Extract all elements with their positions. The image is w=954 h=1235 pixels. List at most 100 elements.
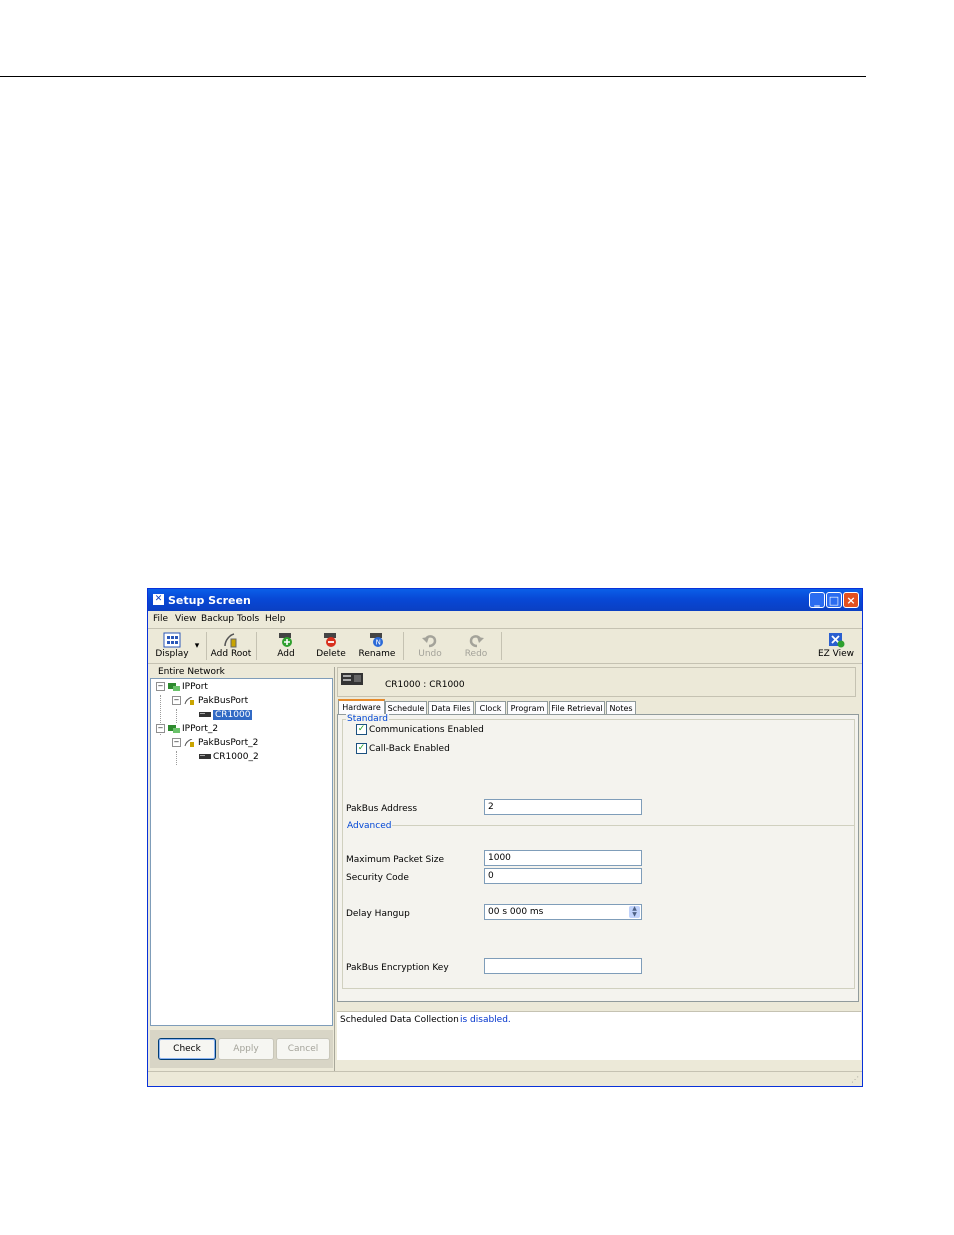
undo-icon	[422, 635, 437, 648]
ip-port-icon	[168, 724, 180, 733]
max-packet-size-label: Maximum Packet Size	[346, 855, 444, 865]
menu-bar: File View Backup Tools Help	[148, 611, 862, 629]
network-panel: Entire Network − IPPort − PakBusPort CR100…	[150, 667, 333, 1069]
delete-button[interactable]: Delete	[312, 630, 350, 662]
toolbar: Display ▾ Add Root Add Delete N Rename U…	[148, 629, 862, 664]
tree-line	[176, 709, 177, 723]
pakbus-address-input[interactable]: 2	[484, 799, 642, 815]
tab-data-files[interactable]: Data Files	[428, 701, 474, 715]
svg-text:N: N	[376, 639, 381, 647]
display-grid-icon	[163, 632, 181, 648]
collapse-icon[interactable]: −	[172, 696, 181, 705]
device-name: CR1000 : CR1000	[385, 680, 465, 690]
redo-button[interactable]: Redo	[458, 630, 494, 662]
device-header: CR1000 : CR1000	[337, 667, 856, 697]
delay-hangup-label: Delay Hangup	[346, 909, 410, 919]
add-device-icon	[279, 633, 292, 647]
security-code-input[interactable]: 0	[484, 868, 642, 884]
max-packet-size-input[interactable]: 1000	[484, 850, 642, 866]
rename-label: Rename	[358, 649, 396, 659]
encryption-key-input[interactable]	[484, 958, 642, 974]
tab-program[interactable]: Program	[507, 701, 548, 715]
network-tree[interactable]: − IPPort − PakBusPort CR1000 − IPPort_2 − Pa…	[150, 678, 333, 1026]
minimize-button[interactable]: _	[809, 592, 825, 608]
spinner-arrows-icon[interactable]: ▲ ▼	[629, 906, 640, 918]
menu-view[interactable]: View	[175, 614, 196, 624]
datalogger-icon	[199, 753, 211, 759]
menu-file[interactable]: File	[153, 614, 168, 624]
delete-label: Delete	[316, 649, 346, 659]
display-button[interactable]: Display	[154, 630, 190, 662]
security-code-label: Security Code	[346, 873, 409, 883]
datalogger-icon	[199, 711, 211, 717]
settings-tabs: Hardware Schedule Data Files Clock Progr…	[337, 699, 861, 716]
left-button-bar: Check Apply Cancel	[150, 1030, 333, 1068]
tree-node-pakbusport[interactable]: − PakBusPort	[172, 695, 248, 707]
add-button[interactable]: Add	[268, 630, 304, 662]
encryption-key-label: PakBus Encryption Key	[346, 963, 449, 973]
tab-schedule[interactable]: Schedule	[385, 701, 427, 715]
collapse-icon[interactable]: −	[156, 682, 165, 691]
toolbar-separator	[501, 632, 502, 660]
toolbar-separator	[256, 632, 257, 660]
undo-button[interactable]: Undo	[412, 630, 448, 662]
apply-button[interactable]: Apply	[218, 1038, 274, 1060]
page-header-rule	[0, 76, 866, 77]
setup-screen-window: ✕ Setup Screen _ □ × File View Backup To…	[147, 588, 863, 1087]
communications-enabled-checkbox[interactable]: ✓ Communications Enabled	[356, 724, 484, 735]
callback-enabled-checkbox[interactable]: ✓ Call-Back Enabled	[356, 743, 450, 754]
pakbus-address-label: PakBus Address	[346, 804, 418, 814]
add-root-button[interactable]: Add Root	[210, 630, 252, 662]
standard-group-label: Standard	[346, 714, 389, 724]
tree-node-pakbusport-2[interactable]: − PakBusPort_2	[172, 737, 258, 749]
network-header: Entire Network	[158, 667, 225, 677]
pakbus-port-icon	[184, 738, 194, 747]
device-settings-panel: CR1000 : CR1000 Hardware Schedule Data F…	[337, 667, 861, 1069]
collapse-icon[interactable]: −	[172, 738, 181, 747]
tab-file-retrieval[interactable]: File Retrieval	[549, 701, 605, 715]
tree-node-ipport-2[interactable]: − IPPort_2	[156, 723, 218, 735]
tree-node-ipport[interactable]: − IPPort	[156, 681, 208, 693]
check-button[interactable]: Check	[158, 1038, 216, 1060]
menu-tools[interactable]: Tools	[237, 614, 259, 624]
add-root-label: Add Root	[210, 649, 252, 659]
cancel-button[interactable]: Cancel	[276, 1038, 330, 1060]
ez-view-label: EZ View	[817, 649, 855, 659]
tab-notes[interactable]: Notes	[606, 701, 636, 715]
maximize-button[interactable]: □	[826, 592, 842, 608]
redo-label: Redo	[464, 649, 488, 659]
toolbar-separator	[206, 632, 207, 660]
menu-backup[interactable]: Backup	[201, 614, 234, 624]
tab-clock[interactable]: Clock	[475, 701, 506, 715]
tree-node-cr1000-2[interactable]: CR1000_2	[199, 751, 259, 763]
hardware-tab-panel: Standard ✓ Communications Enabled ✓ Call-B…	[337, 714, 859, 1002]
rename-device-icon: N	[370, 633, 383, 647]
check-icon: ✓	[356, 724, 367, 735]
app-icon: ✕	[153, 594, 164, 605]
collapse-icon[interactable]: −	[156, 724, 165, 733]
collection-status-area: Scheduled Data Collection is disabled.	[337, 1011, 861, 1060]
ez-view-button[interactable]: EZ View	[816, 630, 856, 662]
pakbus-port-icon	[184, 696, 194, 705]
menu-help[interactable]: Help	[265, 614, 286, 624]
toolbar-separator	[403, 632, 404, 660]
add-root-icon	[224, 633, 237, 648]
delete-device-icon	[324, 633, 336, 647]
status-bar: ⋰	[148, 1071, 862, 1086]
collection-status-text: Scheduled Data Collection	[340, 1015, 459, 1025]
tree-line	[176, 751, 177, 765]
close-button[interactable]: ×	[843, 592, 859, 608]
tree-node-cr1000[interactable]: CR1000	[199, 709, 253, 721]
advanced-group-label: Advanced	[346, 821, 393, 831]
ip-port-icon	[168, 682, 180, 691]
window-title: Setup Screen	[168, 594, 251, 607]
delay-hangup-input[interactable]: 00 s 000 ms ▲ ▼	[484, 904, 642, 920]
rename-button[interactable]: N Rename	[356, 630, 398, 662]
display-label: Display	[155, 649, 189, 659]
resize-grip-icon[interactable]: ⋰	[851, 1075, 859, 1084]
collection-status-link[interactable]: is disabled.	[460, 1015, 511, 1025]
ez-view-icon	[829, 633, 845, 648]
datalogger-icon	[341, 673, 363, 685]
title-bar[interactable]: ✕ Setup Screen _ □ ×	[148, 589, 862, 611]
advanced-group-rule	[388, 825, 855, 826]
